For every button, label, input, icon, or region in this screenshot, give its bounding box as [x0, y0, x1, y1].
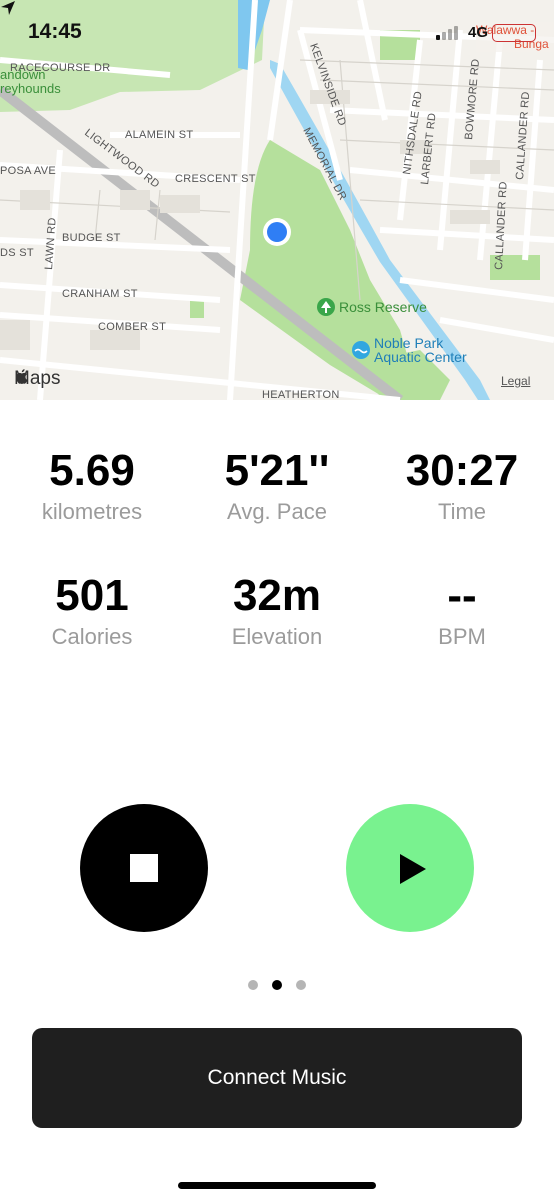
stat-label: Calories — [51, 624, 133, 649]
apple-logo-icon — [16, 369, 28, 384]
stat-value: 5.69 — [49, 446, 135, 495]
page-dot-active[interactable] — [272, 980, 282, 990]
stat-value: 5'21'' — [224, 446, 330, 495]
play-icon — [400, 854, 426, 884]
street-label: DS ST — [0, 247, 34, 259]
stat-time: 30:27 Time — [370, 446, 554, 526]
stat-calories: 501 Calories — [0, 571, 184, 651]
stat-label: kilometres — [41, 499, 143, 524]
place-label-ross-reserve: Ross Reserve — [339, 299, 427, 315]
page-dot[interactable] — [248, 980, 258, 990]
stat-label: Elevation — [231, 624, 323, 649]
stat-label: Avg. Pace — [227, 499, 327, 524]
street-label: LAWN RD — [43, 217, 59, 270]
play-button[interactable] — [346, 804, 474, 932]
stat-label: Time — [437, 499, 487, 524]
place-label: andown — [0, 67, 46, 82]
signal-icon — [436, 26, 458, 40]
street-label: ALAMEIN ST — [125, 129, 193, 141]
place-label: reyhounds — [0, 81, 61, 96]
location-arrow-icon — [1, 1, 15, 15]
place-label-aquatic: Aquatic Center — [374, 349, 467, 365]
battery-icon — [492, 24, 536, 42]
map-view[interactable]: RACECOURSE DR ALAMEIN ST LIGHTWOOD RD CR… — [0, 0, 554, 400]
street-label: POSA AVE — [0, 165, 56, 177]
stop-icon — [130, 854, 158, 882]
maps-attribution: Maps — [14, 368, 60, 390]
home-indicator[interactable] — [178, 1182, 376, 1189]
stat-label: BPM — [438, 624, 486, 649]
street-label: LARBERT RD — [419, 112, 438, 185]
stop-button[interactable] — [80, 804, 208, 932]
street-label: CRANHAM ST — [62, 288, 138, 300]
status-time: 14:45 — [28, 20, 82, 43]
stat-avg-pace: 5'21'' Avg. Pace — [185, 446, 369, 526]
status-bar: 14:45 4G — [0, 0, 554, 60]
street-label: BUDGE ST — [62, 232, 121, 244]
connect-music-button[interactable]: Connect Music — [32, 1028, 522, 1128]
page-dot[interactable] — [296, 980, 306, 990]
street-label: BOWMORE RD — [463, 58, 482, 140]
network-type: 4G — [468, 24, 489, 41]
street-label: HEATHERTON — [262, 389, 340, 400]
stat-value: 30:27 — [405, 446, 519, 495]
connect-music-label: Connect Music — [207, 1066, 347, 1089]
stat-elevation: 32m Elevation — [185, 571, 369, 651]
stat-value: -- — [447, 571, 477, 620]
stat-value: 32m — [232, 571, 322, 620]
street-label: COMBER ST — [98, 321, 166, 333]
legal-link[interactable]: Legal — [501, 374, 530, 388]
stat-distance: 5.69 kilometres — [0, 446, 184, 526]
street-label: CRESCENT ST — [175, 173, 256, 185]
page-indicator[interactable] — [248, 980, 306, 990]
stat-bpm: -- BPM — [370, 571, 554, 651]
map-canvas[interactable]: RACECOURSE DR ALAMEIN ST LIGHTWOOD RD CR… — [0, 0, 554, 400]
stat-value: 501 — [55, 571, 129, 620]
